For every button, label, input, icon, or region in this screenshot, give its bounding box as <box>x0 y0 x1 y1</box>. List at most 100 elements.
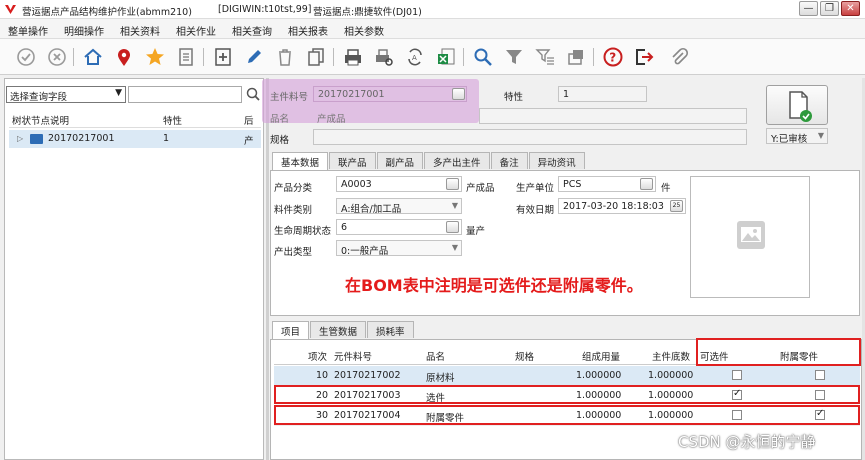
lifecycle-field[interactable]: 6 <box>336 219 462 235</box>
col-seq: 项次 <box>308 352 328 363</box>
search-icon[interactable] <box>245 86 261 103</box>
item-type-select[interactable]: A:组合/加工品 ▼ <box>336 198 462 214</box>
feature-label: 特性 <box>504 92 524 103</box>
menu-related-jobs[interactable]: 相关作业 <box>168 19 224 38</box>
unit-label: 生产单位 <box>516 183 555 194</box>
product-image[interactable] <box>690 176 810 298</box>
item-name-label: 品名 <box>270 114 290 125</box>
approve-status-button[interactable] <box>766 85 828 125</box>
effective-date-field[interactable]: 2017-03-20 18:18:03 <box>558 198 686 214</box>
calendar-icon[interactable]: 25 <box>670 200 683 212</box>
print-preview-icon[interactable] <box>373 46 395 68</box>
item-type-value: A:组合/加工品 <box>341 204 402 214</box>
excel-icon[interactable] <box>435 46 457 68</box>
col-qty: 组成用量 <box>582 352 621 363</box>
category-label: 产品分类 <box>274 183 313 194</box>
tab-basic-data[interactable]: 基本数据 <box>272 152 329 170</box>
help-icon[interactable]: ? <box>602 46 624 68</box>
menu-bar: 整单操作 明细操作 相关资料 相关作业 相关查询 相关报表 相关参数 <box>0 19 865 38</box>
site-info: 营运据点:鼎捷软件(DJ01) <box>313 7 422 18</box>
add-icon[interactable] <box>212 46 234 68</box>
query-field-select-label: 选择查询字段 <box>10 92 68 103</box>
lifecycle-label: 生命周期状态 <box>274 226 332 237</box>
item-name-ext-field <box>479 108 747 124</box>
tab-production-data[interactable]: 生管数据 <box>310 321 367 338</box>
item-no-label: 主件料号 <box>270 92 309 103</box>
attached-checkbox[interactable] <box>815 370 825 380</box>
status-select[interactable]: Y:已审核 ▼ <box>766 128 828 144</box>
tab-items[interactable]: 项目 <box>272 321 310 339</box>
copy-icon[interactable] <box>305 46 327 68</box>
exit-icon[interactable] <box>633 46 655 68</box>
window-title: 营运据点产品结构维护作业(abmm210) <box>22 7 192 18</box>
panel-splitter[interactable] <box>266 78 269 460</box>
row-seq: 10 <box>316 370 329 381</box>
tab-co-products[interactable]: 联产品 <box>329 152 376 169</box>
unit-lookup-button[interactable] <box>640 178 653 190</box>
optional-checkbox[interactable] <box>732 370 742 380</box>
dropdown-arrow-icon: ▼ <box>451 201 458 210</box>
status-select-label: Y:已审核 <box>771 134 808 144</box>
menu-detail-ops[interactable]: 明细操作 <box>56 19 112 38</box>
edit-icon[interactable] <box>243 46 265 68</box>
tree-node[interactable]: ▷ 20170217001 1 产 <box>9 130 261 148</box>
effective-date-label: 有效日期 <box>516 205 555 216</box>
favorite-icon[interactable] <box>144 46 166 68</box>
tree-node-label: 20170217001 <box>48 133 115 144</box>
restore-button[interactable]: ❐ <box>820 1 839 16</box>
output-type-select[interactable]: 0:一般产品 ▼ <box>336 240 462 256</box>
item-name-value: 产成品 <box>317 114 346 125</box>
tab-remarks[interactable]: 备注 <box>490 152 528 169</box>
database-info: [DIGIWIN:t10tst,99] <box>218 4 312 15</box>
row-qty: 1.000000 <box>576 370 622 381</box>
title-bar: 营运据点产品结构维护作业(abmm210) [DIGIWIN:t10tst,99… <box>0 0 865 19</box>
tree-search-input[interactable] <box>128 86 242 103</box>
home-icon[interactable] <box>82 46 104 68</box>
expand-arrow-icon[interactable]: ▷ <box>17 134 23 143</box>
menu-related-reports[interactable]: 相关报表 <box>280 19 336 38</box>
item-no-field[interactable]: 20170217001 <box>313 86 467 102</box>
output-type-label: 产出类型 <box>274 247 313 258</box>
dropdown-arrow-icon: ▼ <box>451 243 458 252</box>
print-icon[interactable] <box>342 46 364 68</box>
table-row[interactable]: 10 20170217002 原材料 1.000000 1.000000 <box>274 366 860 386</box>
search-icon[interactable] <box>472 46 494 68</box>
item-type-label: 料件类别 <box>274 205 313 216</box>
menu-doc-ops[interactable]: 整单操作 <box>0 19 56 38</box>
lifecycle-lookup-button[interactable] <box>446 221 459 233</box>
advanced-filter-icon[interactable] <box>534 46 556 68</box>
lifecycle-name: 量产 <box>466 226 486 237</box>
tab-change-info[interactable]: 异动资讯 <box>528 152 585 169</box>
spec-field <box>313 129 747 145</box>
feature-field[interactable]: 1 <box>558 86 647 102</box>
item-lookup-button[interactable] <box>452 88 465 100</box>
cancel-icon[interactable] <box>46 46 68 68</box>
tab-loss-rate[interactable]: 损耗率 <box>367 321 414 338</box>
annotation-text: 在BOM表中注明是可选件还是附属零件。 <box>345 276 643 295</box>
query-field-select[interactable]: 选择查询字段 ▼ <box>6 86 126 103</box>
tree-node-extra: 产 <box>244 136 254 147</box>
category-lookup-button[interactable] <box>446 178 459 190</box>
folder-icon <box>30 134 43 144</box>
export-icon[interactable]: A <box>404 46 426 68</box>
docs-icon[interactable] <box>565 46 587 68</box>
svg-text:A: A <box>412 54 417 62</box>
tab-multi-output[interactable]: 多产出主件 <box>424 152 490 169</box>
delete-icon[interactable] <box>274 46 296 68</box>
tab-by-products[interactable]: 副产品 <box>376 152 424 169</box>
list-icon[interactable] <box>175 46 197 68</box>
category-field[interactable]: A0003 <box>336 176 462 192</box>
filter-icon[interactable] <box>503 46 525 68</box>
location-icon[interactable] <box>113 46 135 68</box>
app-logo-icon <box>5 5 16 14</box>
attachment-icon[interactable] <box>668 46 690 68</box>
minimize-button[interactable]: — <box>799 1 818 16</box>
approved-doc-icon <box>789 91 812 122</box>
close-button[interactable]: ✕ <box>841 1 860 16</box>
menu-related-data[interactable]: 相关资料 <box>112 19 168 38</box>
dropdown-arrow-icon: ▼ <box>817 131 824 140</box>
approve-icon[interactable] <box>15 46 37 68</box>
menu-related-params[interactable]: 相关参数 <box>336 19 392 38</box>
svg-text:?: ? <box>609 51 616 65</box>
menu-related-query[interactable]: 相关查询 <box>224 19 280 38</box>
